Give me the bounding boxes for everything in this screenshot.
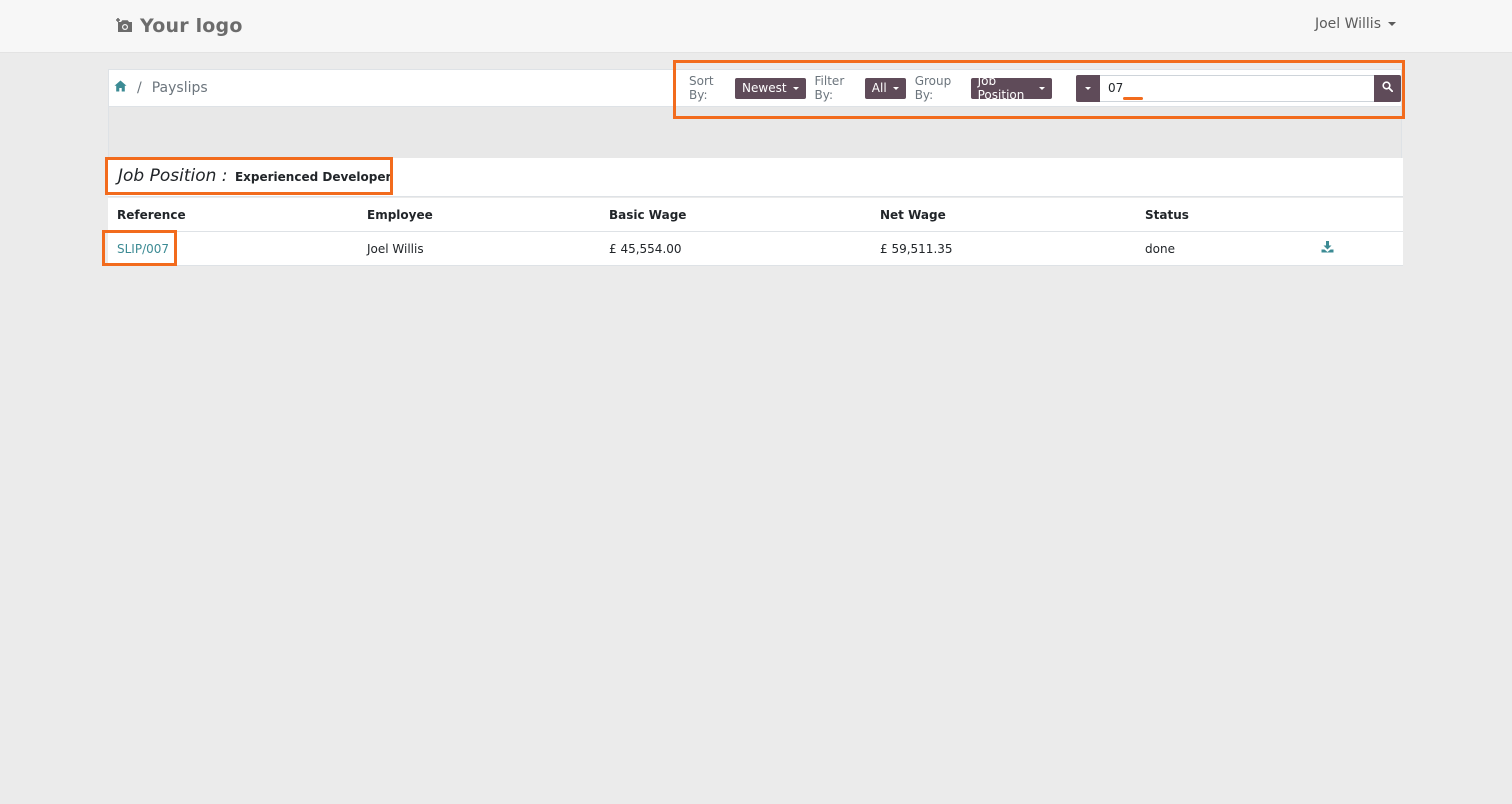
payslips-table: Reference Employee Basic Wage Net Wage S…	[108, 198, 1403, 266]
column-header-basic-wage: Basic Wage	[609, 207, 687, 222]
net-wage-cell: £ 59,511.35	[880, 241, 953, 256]
chevron-down-icon	[1388, 22, 1396, 26]
breadcrumb: / Payslips	[114, 70, 208, 106]
breadcrumb-bar: / Payslips Sort By: Newest Filter By: Al…	[108, 69, 1402, 107]
group-title: Job Position : Experienced Developer	[118, 166, 391, 186]
download-icon[interactable]	[1321, 241, 1334, 256]
search-options-toggle[interactable]	[1076, 74, 1100, 102]
breadcrumb-separator: /	[137, 80, 142, 96]
content-panel	[108, 107, 1402, 158]
home-icon[interactable]	[114, 80, 127, 96]
search-icon	[1382, 81, 1394, 95]
group-header: Job Position : Experienced Developer	[108, 158, 1403, 197]
chevron-down-icon	[1039, 86, 1045, 90]
employee-cell: Joel Willis	[367, 241, 424, 256]
sort-dropdown[interactable]: Newest	[735, 77, 806, 99]
user-menu[interactable]: Joel Willis	[1315, 16, 1396, 32]
logo[interactable]: Your logo	[116, 12, 243, 40]
chevron-down-icon	[892, 86, 899, 90]
group-field-value: Experienced Developer	[234, 170, 392, 184]
column-header-status: Status	[1145, 207, 1189, 222]
chevron-down-icon	[792, 86, 799, 90]
filter-value: All	[871, 81, 887, 95]
sort-value: Newest	[742, 81, 787, 95]
column-header-employee: Employee	[367, 207, 433, 222]
group-label: Group By:	[914, 74, 952, 102]
table-row[interactable]: SLIP/007 Joel Willis £ 45,554.00 £ 59,51…	[108, 232, 1403, 265]
chevron-down-icon	[1085, 86, 1091, 90]
top-navbar: Your logo Joel Willis	[0, 0, 1512, 53]
basic-wage-cell: £ 45,554.00	[609, 241, 682, 256]
status-cell: done	[1145, 241, 1175, 256]
search-button[interactable]	[1374, 74, 1401, 102]
user-name: Joel Willis	[1314, 16, 1381, 32]
search-term-underline	[1123, 97, 1143, 100]
reference-link[interactable]: SLIP/007	[117, 242, 169, 256]
filter-label: Filter By:	[814, 74, 845, 102]
column-header-reference: Reference	[117, 207, 186, 222]
group-field-label: Job Position :	[118, 166, 228, 186]
table-header-row: Reference Employee Basic Wage Net Wage S…	[108, 198, 1403, 232]
camera-icon	[116, 17, 134, 35]
list-controls: Sort By: Newest Filter By: All Group By:…	[689, 70, 1401, 106]
group-dropdown[interactable]: Job Position	[970, 74, 1052, 102]
column-header-net-wage: Net Wage	[880, 207, 946, 222]
filter-dropdown[interactable]: All	[864, 77, 906, 99]
reference-cell: SLIP/007	[117, 232, 169, 265]
sort-label: Sort By:	[689, 74, 714, 102]
breadcrumb-current: Payslips	[151, 80, 208, 96]
group-value: Job Position	[977, 74, 1025, 102]
logo-text: Your logo	[140, 15, 243, 37]
download-cell	[1321, 232, 1334, 265]
